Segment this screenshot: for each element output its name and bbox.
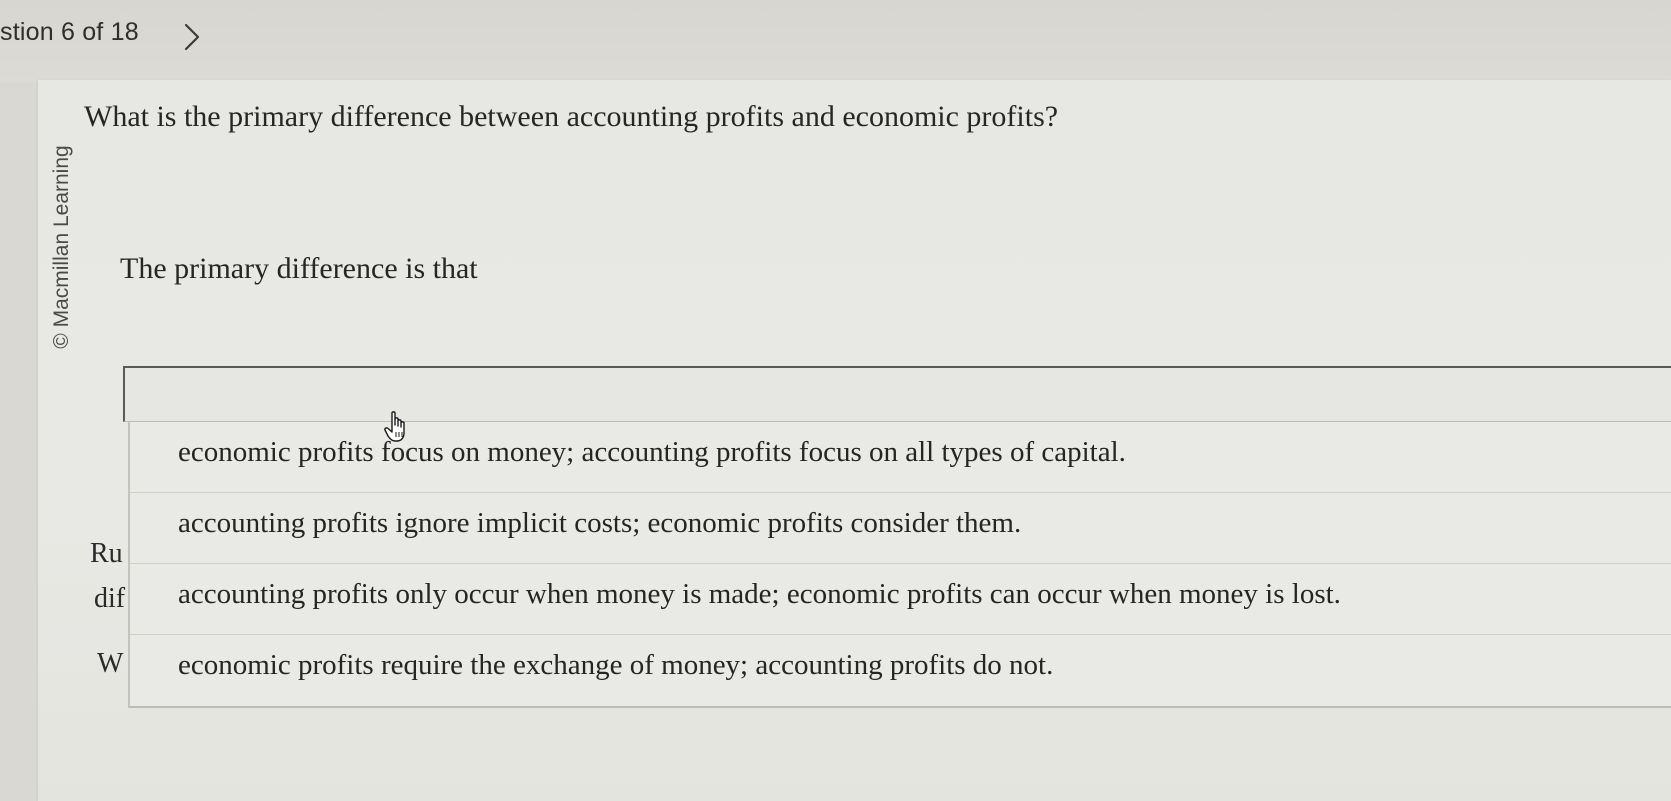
option-label: accounting profits ignore implicit costs… bbox=[178, 507, 1022, 539]
dropdown-option[interactable]: economic profits focus on money; account… bbox=[130, 422, 1671, 493]
dropdown-option[interactable]: accounting profits only occur when money… bbox=[130, 564, 1671, 635]
credit-text: © Macmillan Learning bbox=[50, 145, 73, 349]
dropdown-options-list: economic profits focus on money; account… bbox=[128, 422, 1671, 708]
dropdown-option[interactable]: accounting profits ignore implicit costs… bbox=[130, 493, 1671, 564]
question-counter: stion 6 of 18 bbox=[0, 18, 139, 46]
question-text: What is the primary difference between a… bbox=[84, 100, 1059, 133]
obscured-text-2: dif bbox=[94, 583, 126, 614]
obscured-text-1: Ru bbox=[90, 538, 123, 569]
hand-pointer-icon bbox=[383, 410, 413, 444]
top-bar: stion 6 of 18 bbox=[0, 0, 1671, 82]
prompt-text: The primary difference is that bbox=[120, 252, 478, 285]
option-label: economic profits require the exchange of… bbox=[178, 649, 1054, 681]
obscured-text-3: W bbox=[97, 648, 124, 679]
copyright-credit: © Macmillan Learning bbox=[47, 112, 77, 382]
answer-dropdown[interactable] bbox=[123, 366, 1671, 422]
option-label: accounting profits only occur when money… bbox=[178, 578, 1341, 610]
chevron-right-icon[interactable] bbox=[178, 20, 208, 54]
option-label: economic profits focus on money; account… bbox=[178, 436, 1126, 468]
dropdown-option[interactable]: economic profits require the exchange of… bbox=[130, 635, 1671, 706]
